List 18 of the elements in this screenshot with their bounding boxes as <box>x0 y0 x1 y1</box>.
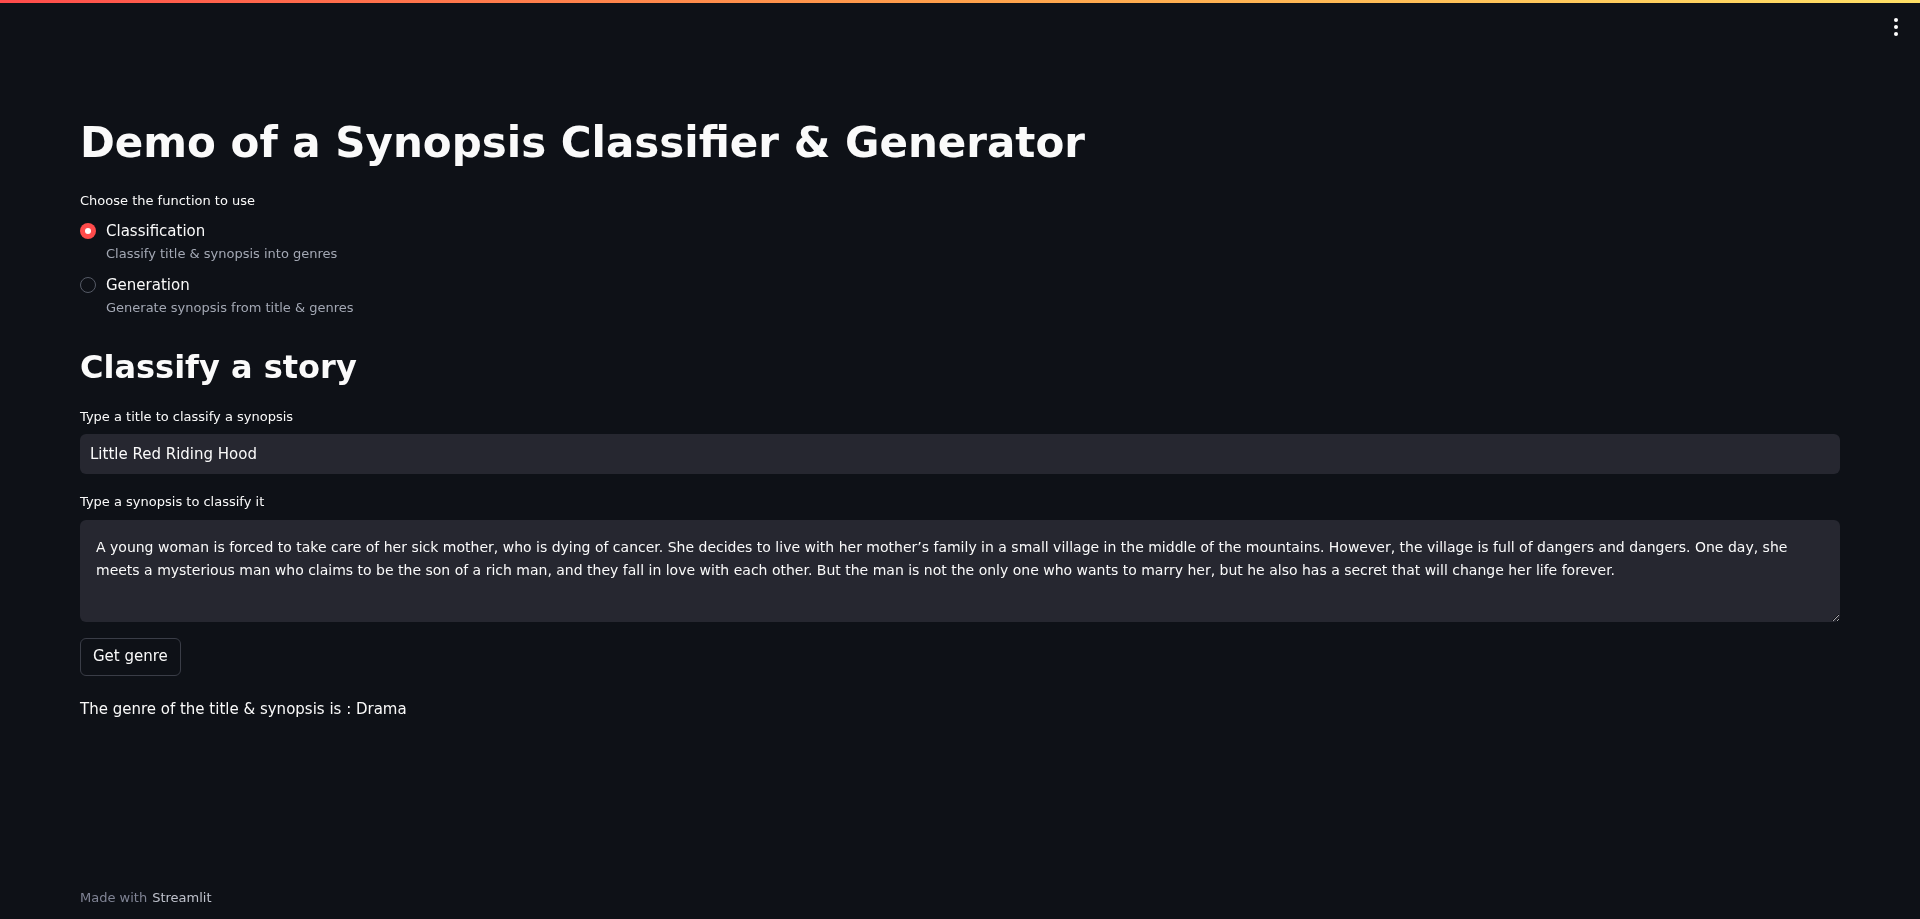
synopsis-text-area[interactable]: A young woman is forced to take care of her sick mother, who is dying of cancer. She decides to live with her mother’s family in a small village in the middle of the mountains. However, the village is full of dangers and dangers. One day, she meets a mysterious man who claims to be the son of a rich man, and they fall in love with each other. But the man is not the only one who wants to marry her, but he also has a secret that will change her life forever. <box>80 519 1840 622</box>
radio-label[interactable]: Generation <box>106 272 354 297</box>
page-title: Demo of a Synopsis Classifier & Generator <box>80 117 1085 169</box>
footer-text: Made with <box>80 888 148 907</box>
get-genre-button[interactable]: Get genre <box>80 637 181 676</box>
radio-button[interactable] <box>80 276 96 293</box>
footer-link[interactable]: Streamlit <box>152 887 212 907</box>
radio-label[interactable]: Classification <box>106 218 338 243</box>
radio-button[interactable] <box>80 222 96 239</box>
radio-caption: Generate synopsis from title & genres <box>106 298 354 317</box>
radio-caption: Classify title & synopsis into genres <box>106 244 338 263</box>
section-heading: Classify a story <box>80 346 357 388</box>
title-input-field[interactable]: Little Red Riding Hood <box>80 434 1840 474</box>
field-label: Type a synopsis to classify it <box>80 493 265 511</box>
result-text: The genre of the title & synopsis is : Drama <box>80 698 407 720</box>
menu-icon[interactable] <box>1892 16 1900 38</box>
radio-group-label: Choose the function to use <box>80 192 256 210</box>
field-label: Type a title to classify a synopsis <box>80 407 294 426</box>
